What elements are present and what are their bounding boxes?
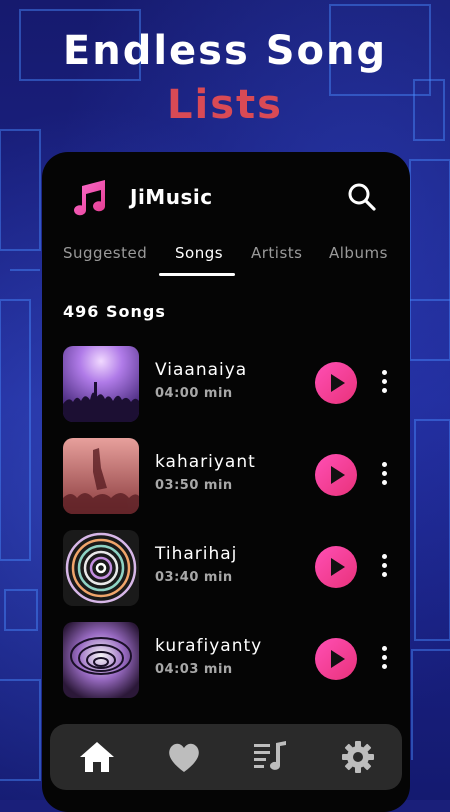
heart-icon[interactable] [165,739,203,775]
home-icon[interactable] [78,739,116,775]
song-duration: 03:40 min [155,570,233,585]
song-row[interactable]: kahariyant 03:50 min [42,438,410,516]
play-button[interactable] [315,546,357,588]
more-options-icon[interactable] [378,370,390,398]
album-art-concert [63,346,139,422]
play-button[interactable] [315,454,357,496]
app-title: JiMusic [130,185,213,209]
song-row[interactable]: Tiharihaj 03:40 min [42,530,410,608]
tab-songs[interactable]: Songs [175,244,223,262]
album-art-crowd [63,438,139,514]
song-row[interactable]: kurafiyanty 04:03 min [42,622,410,700]
promo-subheadline: Lists [167,82,283,128]
song-title: kahariyant [155,452,256,472]
song-duration: 04:03 min [155,662,233,677]
song-duration: 03:50 min [155,478,233,493]
category-tabs: Suggested Songs Artists Albums [42,244,410,274]
app-screen: JiMusic Suggested Songs Artists Albums 4… [42,152,410,812]
more-options-icon[interactable] [378,462,390,490]
search-icon[interactable] [347,182,377,212]
song-title: kurafiyanty [155,636,263,656]
song-title: Tiharihaj [155,544,238,564]
album-art-swirl [63,622,139,698]
playlist-icon[interactable] [252,739,290,775]
bottom-navigation [50,724,402,790]
music-note-logo-icon [74,180,106,216]
tab-suggested[interactable]: Suggested [63,244,147,262]
promo-headline: Endless Song [62,28,388,74]
song-title: Viaanaiya [155,360,248,380]
more-options-icon[interactable] [378,554,390,582]
album-art-rings [63,530,139,606]
gear-icon[interactable] [339,739,377,775]
play-button[interactable] [315,362,357,404]
tab-artists[interactable]: Artists [251,244,303,262]
more-options-icon[interactable] [378,646,390,674]
song-row[interactable]: Viaanaiya 04:00 min [42,346,410,424]
songs-count: 496 Songs [63,302,166,321]
active-tab-indicator [159,273,235,276]
song-duration: 04:00 min [155,386,233,401]
tab-albums[interactable]: Albums [329,244,388,262]
play-button[interactable] [315,638,357,680]
